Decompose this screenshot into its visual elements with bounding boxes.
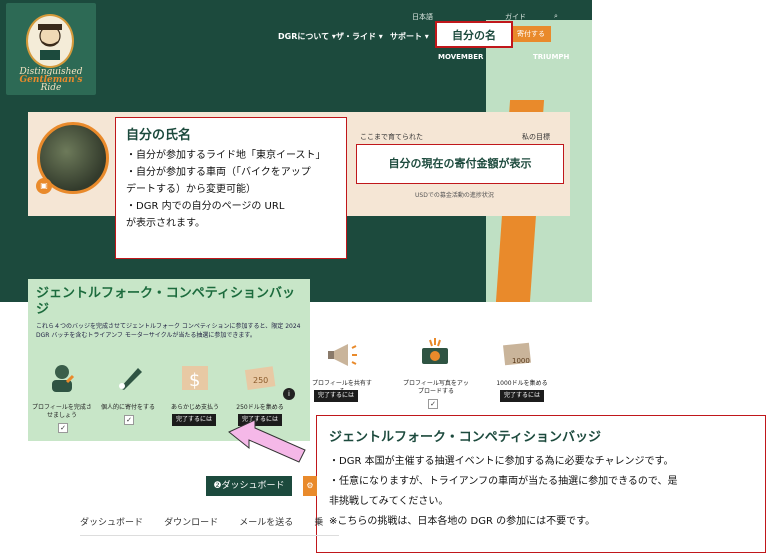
movember-logo[interactable]: MOVEMBER bbox=[438, 53, 483, 61]
dashboard-button[interactable]: ❷ダッシュボード bbox=[206, 476, 292, 496]
badge-check-icon: ✓ bbox=[428, 399, 438, 409]
badge-callout-title: ジェントルフォーク・コンペティションバッジ bbox=[329, 430, 601, 445]
info-line: が表示されます。 bbox=[126, 218, 205, 229]
dashboard-tabs: ダッシュボード ダウンロード メールを送る 乗 bbox=[80, 510, 340, 536]
svg-text:1000: 1000 bbox=[512, 357, 530, 365]
info-line: ・DGR 内での自分のページの URL bbox=[126, 201, 285, 212]
triumph-logo[interactable]: TRIUMPH bbox=[533, 53, 569, 61]
nav-about[interactable]: DGRについて ▾ bbox=[278, 31, 336, 42]
badge-callout: ジェントルフォーク・コンペティションバッジ ・DGR 本国が主催する抽選イベント… bbox=[316, 415, 766, 553]
info-line: デートする）から変更可能） bbox=[126, 184, 256, 195]
complete-badge-button[interactable]: 完了するには bbox=[172, 414, 217, 426]
camera-badge-icon bbox=[422, 338, 448, 364]
svg-text:$: $ bbox=[189, 370, 200, 391]
gentleman-emblem-icon bbox=[26, 14, 74, 68]
logo-wordmark: Distinguished Gentleman's Ride bbox=[16, 68, 86, 93]
tab-download[interactable]: ダウンロード bbox=[164, 510, 218, 536]
pen-badge-icon bbox=[119, 368, 142, 390]
badge-label: 250ドルを集める bbox=[236, 404, 284, 411]
gear-icon[interactable]: ⚙ bbox=[303, 476, 317, 496]
badge-description: これら４つのバッジを完成させてジェントルフォーク コンペティションに参加すると、… bbox=[36, 323, 301, 339]
badge-check-icon: ✓ bbox=[124, 415, 134, 425]
tab-dashboard[interactable]: ダッシュボード bbox=[80, 510, 143, 536]
raised-label: ここまで育てられた bbox=[360, 133, 423, 141]
badge-callout-line: ・DGR 本国が主催する抽選イベントに参加する為に必要なチャレンジです。 bbox=[329, 456, 674, 467]
info-callout-title: 自分の氏名 bbox=[126, 128, 192, 143]
camera-icon[interactable]: ▣ bbox=[36, 178, 52, 194]
badge-label: あらかじめ支払う bbox=[170, 404, 219, 411]
person-badge-icon bbox=[52, 365, 75, 392]
megaphone-icon bbox=[328, 344, 357, 366]
nav-support[interactable]: サポート ▾ bbox=[390, 31, 429, 42]
badge-label: 1000ドルを集める bbox=[496, 380, 548, 387]
nav-ride[interactable]: ザ・ライド ▾ bbox=[336, 31, 383, 42]
goal-label: 私の目標 bbox=[522, 133, 550, 141]
screenshot-stage: Distinguished Gentleman's Ride 日本語 ガイド ⌕… bbox=[0, 0, 771, 558]
badge-label: 個人的に寄付をする bbox=[100, 404, 155, 411]
badge-label: プロフィールを完成させましょう bbox=[32, 404, 92, 419]
pointer-arrow-icon bbox=[228, 420, 306, 463]
bill-250-icon: 250 bbox=[244, 366, 276, 390]
info-line: ・自分が参加する車両（「バイクをアップ bbox=[126, 167, 311, 178]
funds-progress-note: USDでの募金活動の進捗状況 bbox=[415, 192, 494, 199]
name-callout: 自分の名 bbox=[435, 21, 513, 48]
svg-text:250: 250 bbox=[253, 376, 268, 385]
tab-send-mail[interactable]: メールを送る bbox=[239, 510, 293, 536]
badge-check-icon: ✓ bbox=[58, 423, 68, 433]
badge-heading: ジェントルフォーク・コンペティションバッジ bbox=[36, 286, 295, 317]
info-icon[interactable]: i bbox=[283, 388, 295, 400]
badge-callout-line: ・任意になりますが、トライアンフの車両が当たる抽選に参加できるので、是 bbox=[329, 476, 678, 487]
info-line: ・自分が参加するライド地「東京イースト」 bbox=[126, 150, 326, 161]
tab-ride[interactable]: 乗 bbox=[314, 510, 323, 536]
complete-badge-button[interactable]: 完了するには bbox=[500, 390, 545, 402]
bill-1000-icon: 1000 bbox=[503, 342, 531, 366]
donate-button[interactable]: 寄付する bbox=[511, 26, 551, 42]
logo-line-3: Ride bbox=[40, 83, 62, 93]
complete-badge-button[interactable]: 完了するには bbox=[314, 390, 359, 402]
amount-callout: 自分の現在の寄付金額が表示 bbox=[356, 144, 564, 184]
coin-badge-icon: $ bbox=[182, 366, 208, 391]
language-selector[interactable]: 日本語 bbox=[412, 12, 433, 22]
search-icon[interactable]: ⌕ bbox=[554, 12, 558, 21]
profile-info-callout: 自分の氏名 ・自分が参加するライド地「東京イースト」 ・自分が参加する車両（「バ… bbox=[115, 117, 347, 259]
badge-callout-line: ※こちらの挑戦は、日本各地の DGR の参加には不要です。 bbox=[329, 516, 596, 527]
badge-label: プロフィール写真をアップロードする bbox=[403, 380, 469, 395]
badge-callout-line: 非挑戦してみてください。 bbox=[329, 496, 449, 507]
